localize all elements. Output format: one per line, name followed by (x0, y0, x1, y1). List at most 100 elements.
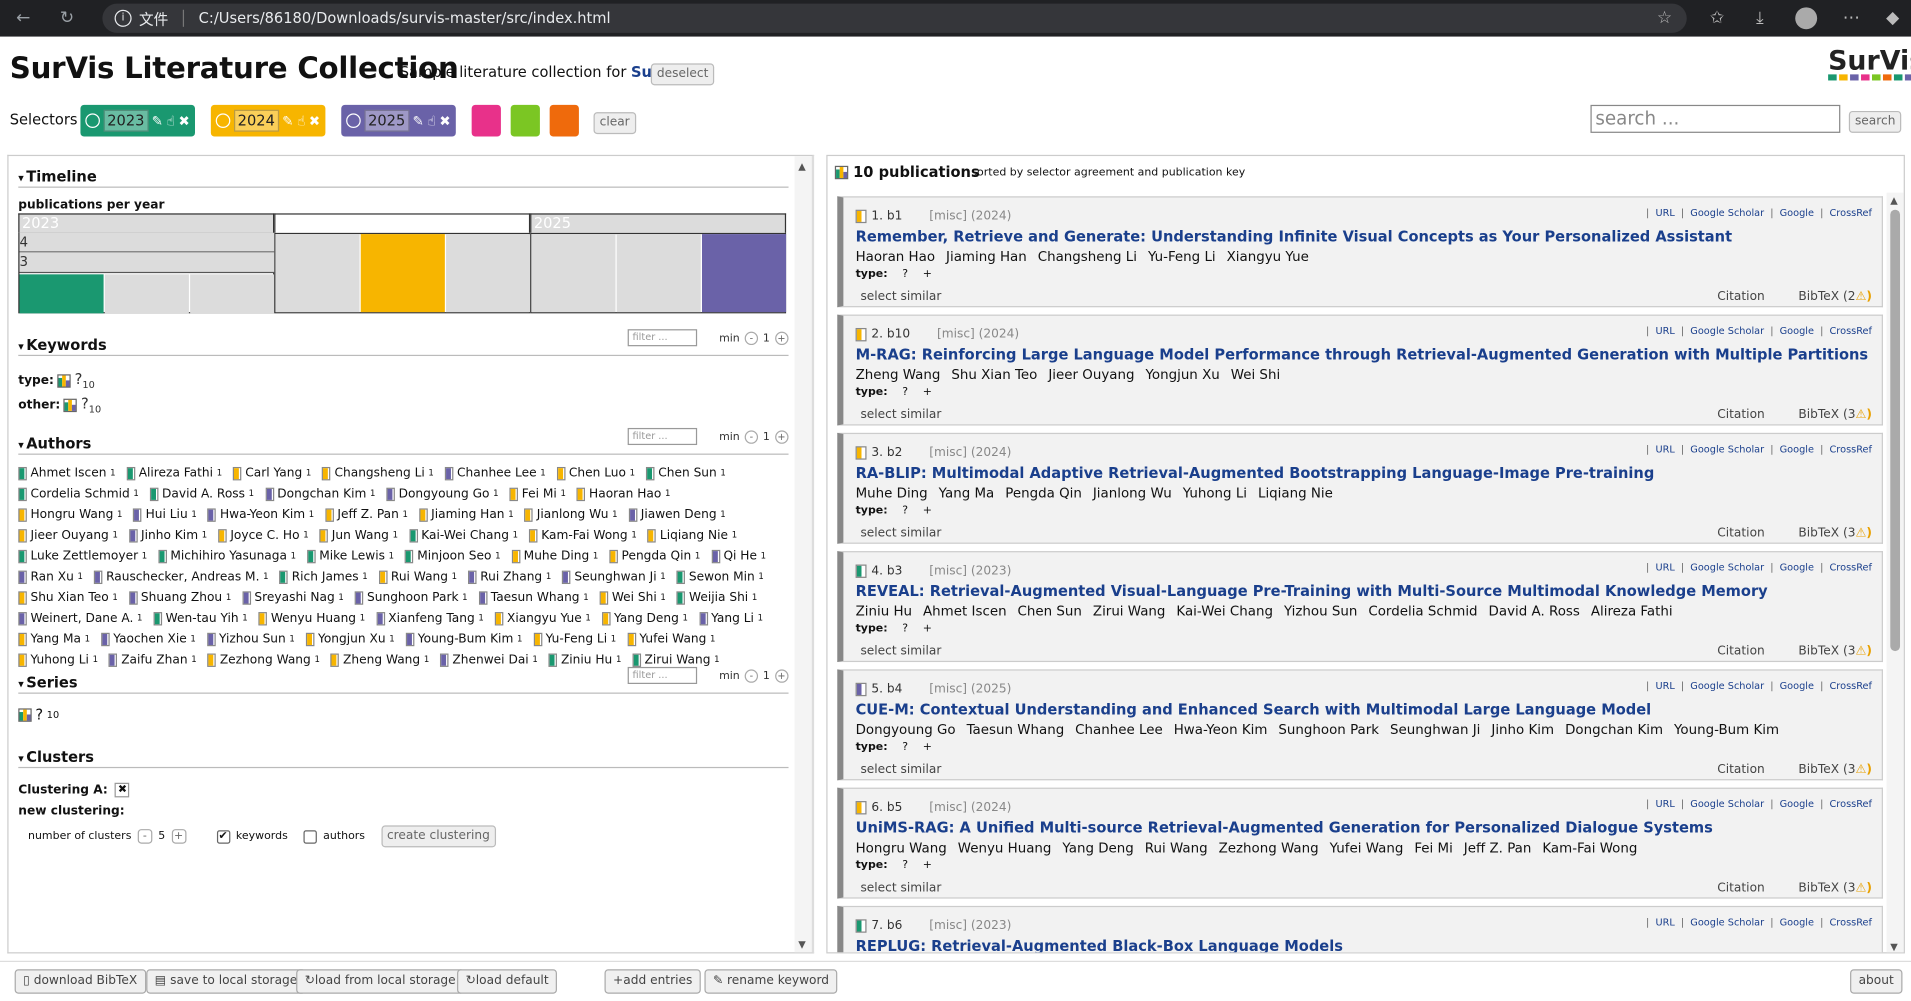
publication-author[interactable]: Young-Bum Kim (1674, 722, 1779, 738)
save-local-storage-button[interactable]: ▤ save to local storage (146, 969, 306, 994)
link-google[interactable]: Google (1780, 799, 1814, 810)
decrement-button[interactable]: - (744, 331, 759, 346)
citation-button[interactable]: Citation (1717, 645, 1764, 658)
publication-entry[interactable]: 7. b6 [misc] (2023) | URL | Google Scholar | Go… (837, 905, 1883, 953)
author-tag[interactable]: Hui Liu 1 (133, 506, 197, 523)
timeline-bar[interactable] (616, 234, 701, 313)
author-tag[interactable]: Dongchan Kim 1 (265, 485, 375, 502)
publication-author[interactable]: David A. Ross (1489, 604, 1580, 620)
author-tag[interactable]: Seunghwan Ji 1 (562, 568, 666, 585)
author-tag[interactable]: Wei Shi 1 (599, 589, 666, 606)
author-tag[interactable]: Rui Wang 1 (378, 568, 457, 585)
download-icon[interactable]: ⤓ (1742, 0, 1779, 37)
scrollbar-thumb[interactable] (1890, 209, 1901, 652)
click-icon[interactable]: ☝ (427, 113, 435, 129)
author-tag[interactable]: Liqiang Nie 1 (647, 527, 737, 544)
publication-author[interactable]: Wenyu Huang (958, 840, 1052, 856)
back-icon[interactable]: ← (5, 0, 42, 37)
type-unknown[interactable]: ? (902, 860, 908, 872)
author-tag[interactable]: Qi He 1 (711, 547, 766, 564)
load-default-button[interactable]: ↻load default (457, 969, 558, 994)
author-tag[interactable]: Taesun Whang 1 (478, 589, 589, 606)
author-tag[interactable]: Hongru Wang 1 (18, 506, 122, 523)
clusters-header[interactable]: ▾ Clusters (18, 749, 789, 769)
publication-entry[interactable]: 1. b1 [misc] (2024) | URL | Google Scholar | Go… (837, 196, 1883, 308)
select-similar-button[interactable]: select similar (860, 645, 941, 658)
selector-year[interactable]: 2023 (103, 109, 149, 132)
link-crossref[interactable]: CrossRef (1829, 917, 1872, 928)
author-tag[interactable]: Zaifu Zhan 1 (109, 651, 197, 668)
link-url[interactable]: URL (1655, 799, 1674, 810)
publication-entry[interactable]: 5. b4 [misc] (2025) | URL | Google Scholar | Go… (837, 669, 1883, 781)
add-type-button[interactable]: + (923, 505, 932, 517)
scroll-up-icon[interactable]: ▲ (1890, 195, 1898, 206)
link-google[interactable]: Google (1780, 680, 1814, 691)
author-tag[interactable]: Chanhee Lee 1 (444, 465, 546, 482)
publication-author[interactable]: Changsheng Li (1038, 249, 1137, 265)
author-tag[interactable]: Zirui Wang 1 (632, 651, 720, 668)
remove-icon[interactable]: ✖ (179, 113, 190, 129)
right-scrollbar[interactable]: ▲ ▼ (1886, 192, 1904, 953)
about-button[interactable]: about (1850, 969, 1903, 994)
link-google-scholar[interactable]: Google Scholar (1690, 799, 1764, 810)
citation-button[interactable]: Citation (1717, 290, 1764, 303)
author-tag[interactable]: Ziniu Hu 1 (548, 651, 621, 668)
author-tag[interactable]: Jieer Ouyang 1 (18, 527, 118, 544)
timeline-bar[interactable] (702, 234, 787, 313)
color-swatch-0[interactable] (471, 104, 501, 137)
keywords-checkbox[interactable]: ✔ (216, 829, 230, 844)
author-tag[interactable]: Yufei Wang 1 (627, 630, 716, 647)
bibtex-button[interactable]: BibTeX (3⚠) (1798, 763, 1872, 776)
selector-2[interactable]: 2025 ✎ ☝ ✖ (341, 104, 456, 137)
link-google[interactable]: Google (1780, 444, 1814, 455)
decrement-button[interactable]: - (744, 669, 759, 683)
author-tag[interactable]: Yuhong Li 1 (18, 651, 98, 668)
series-filter-input[interactable]: filter ... (627, 666, 698, 684)
publication-author[interactable]: Ziniu Hu (856, 604, 912, 620)
reload-icon[interactable]: ↻ (49, 0, 86, 37)
publication-author[interactable]: Rui Wang (1145, 840, 1208, 856)
link-crossref[interactable]: CrossRef (1829, 799, 1872, 810)
author-tag[interactable]: Rauschecker, Andreas M. 1 (93, 568, 269, 585)
scroll-down-icon[interactable]: ▼ (798, 939, 806, 950)
type-unknown[interactable]: ? (902, 268, 908, 280)
add-type-button[interactable]: + (923, 387, 932, 399)
link-google[interactable]: Google (1780, 326, 1814, 337)
publication-author[interactable]: Liqiang Nie (1258, 485, 1333, 501)
author-tag[interactable]: Michihiro Yasunaga 1 (158, 547, 296, 564)
link-google[interactable]: Google (1780, 917, 1814, 928)
author-tag[interactable]: Hwa-Yeon Kim 1 (207, 506, 314, 523)
author-tag[interactable]: Sunghoon Park 1 (354, 589, 468, 606)
author-tag[interactable]: Mike Lewis 1 (307, 547, 394, 564)
author-tag[interactable]: Chen Sun 1 (646, 465, 726, 482)
author-tag[interactable]: Muhe Ding 1 (511, 547, 598, 564)
author-tag[interactable]: Yang Li 1 (698, 610, 763, 627)
authors-header[interactable]: ▾ Authors filter ... min -1 + (18, 427, 789, 455)
link-google-scholar[interactable]: Google Scholar (1690, 444, 1764, 455)
publication-author[interactable]: Chanhee Lee (1075, 722, 1163, 738)
publication-author[interactable]: Jeff Z. Pan (1464, 840, 1532, 856)
timeline-year-2025[interactable]: 2025 (530, 213, 787, 233)
search-input[interactable]: search ... (1590, 104, 1841, 133)
link-url[interactable]: URL (1655, 562, 1674, 573)
author-tag[interactable]: Jiaming Han 1 (418, 506, 514, 523)
publication-author[interactable]: Chen Sun (1018, 604, 1082, 620)
author-tag[interactable]: Sreyashi Nag 1 (242, 589, 344, 606)
create-clustering-button[interactable]: create clustering (380, 825, 496, 848)
author-tag[interactable]: Weijia Shi 1 (676, 589, 757, 606)
author-tag[interactable]: Joyce C. Ho 1 (218, 527, 309, 544)
publication-author[interactable]: Jieer Ouyang (1048, 367, 1134, 383)
author-tag[interactable]: Xiangyu Yue 1 (494, 610, 591, 627)
author-tag[interactable]: Changsheng Li 1 (322, 465, 434, 482)
edit-icon[interactable]: ✎ (413, 113, 424, 129)
type-unknown[interactable]: ? (902, 505, 908, 517)
publication-author[interactable]: Kam-Fai Wong (1542, 840, 1637, 856)
decrement-button[interactable]: - (744, 430, 759, 444)
author-tag[interactable]: Carl Yang 1 (233, 465, 311, 482)
keyword-value[interactable]: ?10 (81, 395, 101, 415)
author-tag[interactable]: Jiawen Deng 1 (628, 506, 726, 523)
publication-author[interactable]: Seunghwan Ji (1390, 722, 1480, 738)
author-tag[interactable]: Shuang Zhou 1 (128, 589, 231, 606)
author-tag[interactable]: Young-Bum Kim 1 (405, 630, 522, 647)
author-tag[interactable]: Sewon Min 1 (676, 568, 764, 585)
